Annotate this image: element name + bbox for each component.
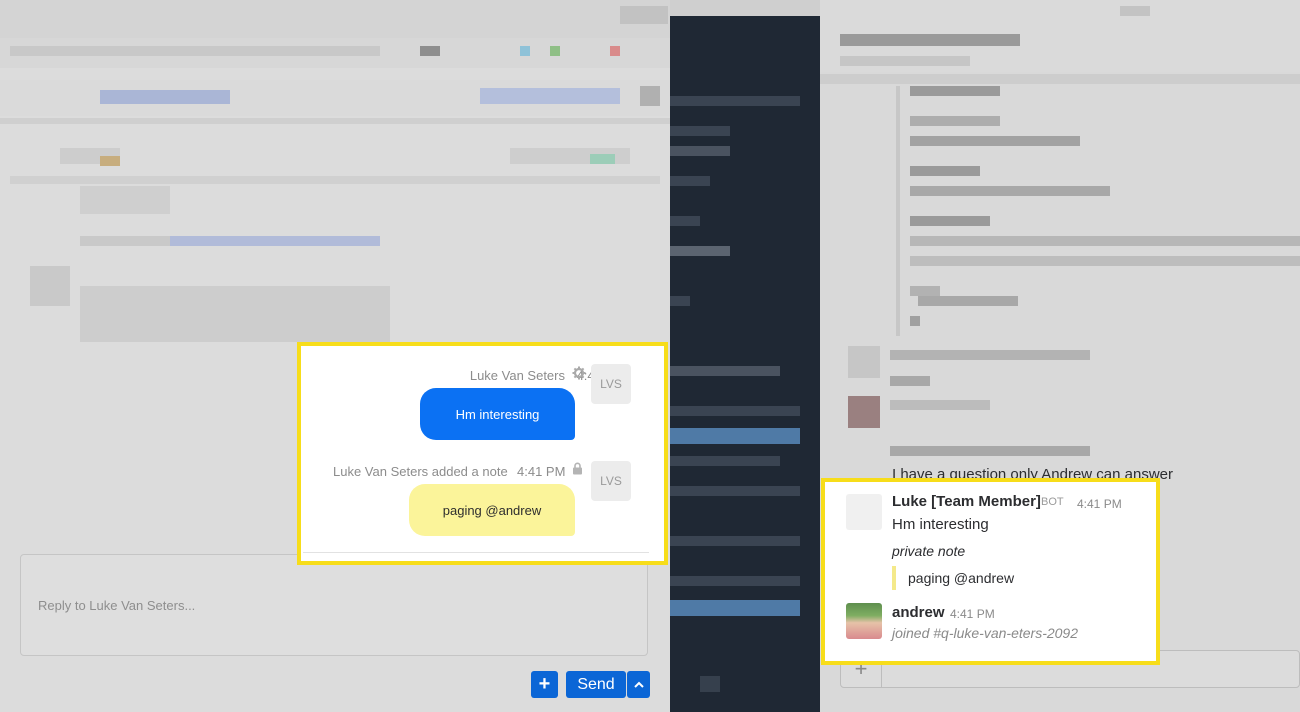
blurred-titlebar <box>670 0 820 16</box>
blurred-line <box>910 286 940 296</box>
bot-name[interactable]: Luke [Team Member] <box>892 493 1041 510</box>
join-message: joined #q-luke-van-eters-2092 <box>892 625 1078 641</box>
send-button[interactable]: Send <box>566 671 626 698</box>
attachment-bar <box>892 566 896 590</box>
note-meta: Luke Van Seters added a note <box>333 464 508 479</box>
note-bubble: paging @andrew <box>409 484 575 536</box>
chevron-up-icon <box>633 681 644 688</box>
sidebar-item-active[interactable] <box>670 600 800 616</box>
message-time[interactable]: 4:41 PM <box>1077 497 1122 511</box>
attachment-text: paging @andrew <box>908 570 1015 586</box>
blurred-line <box>910 256 1300 266</box>
blurred-line <box>910 216 990 226</box>
sidebar-item[interactable] <box>670 246 730 256</box>
send-options-button[interactable] <box>627 671 650 698</box>
blurred-block <box>520 46 530 56</box>
sidebar-item[interactable] <box>670 536 800 546</box>
blurred-line <box>918 296 1018 306</box>
sidebar-item[interactable] <box>670 126 730 136</box>
blurred-message <box>80 286 390 342</box>
blurred-block <box>640 86 660 106</box>
message-bubble: Hm interesting <box>420 388 575 440</box>
blurred-block <box>1120 6 1150 16</box>
sidebar-item[interactable] <box>670 456 780 466</box>
blurred-line <box>910 316 920 326</box>
reply-input[interactable] <box>21 555 647 655</box>
blurred-block <box>420 46 440 56</box>
blurred-line <box>910 186 1110 196</box>
lock-icon <box>573 462 582 475</box>
blurred-link <box>170 236 380 246</box>
avatar <box>846 603 882 639</box>
blurred-block <box>100 156 120 166</box>
sidebar-item[interactable] <box>700 676 720 692</box>
blurred-avatar <box>30 266 70 306</box>
divider <box>10 176 660 184</box>
sidebar-item[interactable] <box>670 486 800 496</box>
reply-box <box>20 554 648 656</box>
slack-highlight-box: Luke [Team Member] BOT 4:41 PM Hm intere… <box>821 478 1160 665</box>
message-text: Hm interesting <box>892 516 989 533</box>
blurred-line <box>910 236 1300 246</box>
join-time[interactable]: 4:41 PM <box>950 607 995 621</box>
sidebar-item[interactable] <box>670 296 690 306</box>
blurred-line <box>890 350 1090 360</box>
sidebar-item-active[interactable] <box>670 428 800 444</box>
blurred-line <box>910 116 1000 126</box>
avatar: LVS <box>591 461 631 501</box>
divider <box>820 74 1300 84</box>
blurred-block <box>610 46 620 56</box>
blurred-avatar <box>848 396 880 428</box>
blurred-line <box>910 86 1000 96</box>
sidebar-item[interactable] <box>670 176 710 186</box>
blurred-block <box>590 154 615 164</box>
sidebar-item[interactable] <box>670 216 700 226</box>
blurred-block <box>620 6 668 24</box>
bot-avatar <box>846 494 882 530</box>
blurred-line <box>910 166 980 176</box>
blurred-line <box>890 400 990 410</box>
blurred-titlebar <box>0 0 670 38</box>
sidebar-item[interactable] <box>670 406 800 416</box>
bot-badge: BOT <box>1041 496 1064 508</box>
blurred-avatar <box>848 346 880 378</box>
blurred-subtitle <box>840 56 970 66</box>
slack-sidebar <box>670 16 820 712</box>
note-time: 4:41 PM <box>517 464 566 479</box>
attachment-title: private note <box>892 543 966 559</box>
blurred-block <box>550 46 560 56</box>
sidebar-item[interactable] <box>670 576 800 586</box>
blurred-link <box>100 90 230 104</box>
blurred-block <box>10 46 380 56</box>
user-name[interactable]: andrew <box>892 604 945 621</box>
divider <box>0 118 670 124</box>
quote-bar <box>896 86 900 336</box>
avatar: LVS <box>591 364 631 404</box>
blurred-title <box>840 34 1020 46</box>
sidebar-item[interactable] <box>670 96 800 106</box>
add-attachment-button[interactable]: + <box>531 671 558 698</box>
blurred-line <box>910 136 1080 146</box>
divider <box>303 552 649 553</box>
blurred-link <box>480 88 620 104</box>
blurred-line <box>890 446 1090 456</box>
blurred-block <box>80 186 170 214</box>
message-sender: Luke Van Seters <box>469 368 565 383</box>
chat-highlight-box: Luke Van Seters 4:41 PM LVS Hm interesti… <box>297 342 668 565</box>
sidebar-item[interactable] <box>670 146 730 156</box>
gear-icon[interactable] <box>572 366 586 380</box>
sidebar-item[interactable] <box>670 366 780 376</box>
blurred-line <box>890 376 930 386</box>
